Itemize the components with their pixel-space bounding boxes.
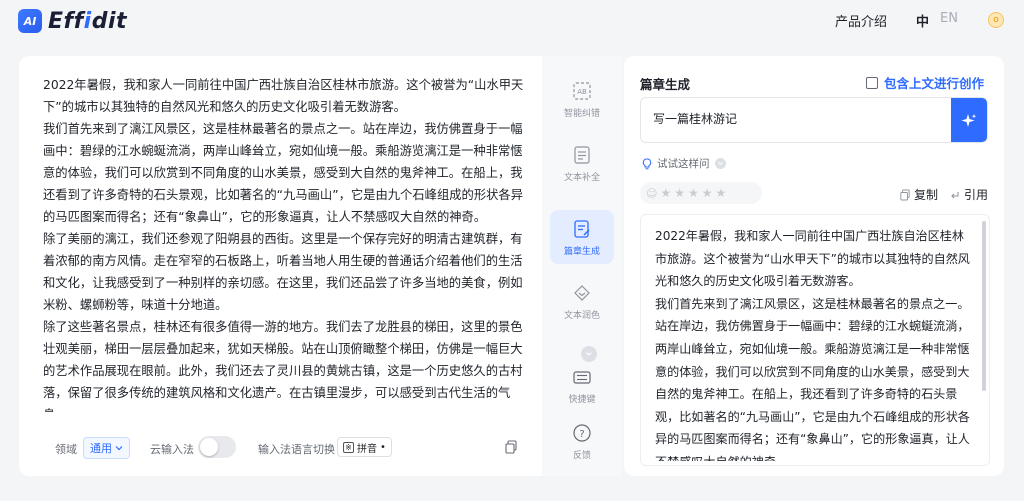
result-area: 2022年暑假，我和家人一同前往中国广西壮族自治区桂林市旅游。这个被誉为“山水甲… [640, 214, 990, 466]
doc-complete-icon [571, 144, 593, 166]
result-scrollbar[interactable] [982, 221, 986, 391]
tool-label: 文本补全 [563, 172, 600, 183]
chevron-down-icon [586, 352, 592, 356]
toggle-knob [200, 438, 218, 456]
tool-text-polish[interactable]: 文本润色 [550, 274, 614, 328]
ime-value: 拼音 [357, 443, 377, 455]
result-paragraph: 我们首先来到了漓江风景区，这是桂林最著名的景点之一。站在岸边，我仿佛置身于一幅画… [655, 296, 970, 461]
chevron-down-icon [115, 446, 123, 451]
rating-stars[interactable]: ☺ ★ ★ ★ ★ ★ [640, 182, 762, 204]
prompt-input[interactable] [653, 111, 943, 125]
include-context-checkbox[interactable]: 包含上文进行创作 [866, 73, 984, 92]
lightbulb-icon [642, 158, 652, 169]
tool-label: 文本润色 [563, 310, 600, 321]
star-icon[interactable]: ★ [674, 186, 685, 200]
tool-text-completion[interactable]: 文本补全 [550, 136, 614, 190]
copy-label: 复制 [914, 188, 939, 202]
keyboard-icon [571, 366, 593, 388]
svg-text:?: ? [579, 429, 584, 440]
panel-title: 篇章生成 [640, 77, 691, 92]
logo-ai-badge: AI [18, 9, 42, 33]
try-suggestion[interactable]: 试试这样问 [642, 156, 726, 171]
sparkle-icon [961, 114, 977, 127]
copy-icon[interactable] [505, 440, 517, 454]
domain-label: 领域 [55, 443, 77, 456]
quote-button[interactable]: 引用 [950, 186, 988, 203]
ime-switch-label: 输入法语言切换 [258, 443, 335, 456]
app-logo[interactable]: AI Effidit [18, 7, 127, 35]
cloud-ime-toggle[interactable] [198, 436, 236, 458]
quote-label: 引用 [964, 188, 989, 202]
try-label: 试试这样问 [657, 158, 710, 170]
star-icon[interactable]: ★ [702, 186, 713, 200]
copy-icon [900, 189, 910, 200]
nav-product-intro[interactable]: 产品介绍 [835, 11, 887, 30]
doc-generate-icon [571, 218, 593, 240]
logo-wordmark: Effidit [48, 8, 128, 34]
user-initial: o [993, 15, 999, 25]
editor-paragraph: 除了美丽的漓江，我们还参观了阳朔县的西街。这里是一个保存完好的明清古建筑群，有着… [43, 232, 523, 312]
star-icon[interactable]: ★ [716, 186, 727, 200]
generate-button[interactable] [951, 98, 987, 142]
cloud-ime-label: 云输入法 [150, 443, 194, 456]
tool-feedback[interactable]: ? 反馈 [550, 414, 614, 468]
editor-toolbar: 领域 通用 云输入法 输入法语言切换 ※ 拼音 • [19, 428, 549, 468]
ime-key-icon: ※ [343, 441, 354, 453]
star-icon[interactable]: ★ [660, 186, 671, 200]
chevron-down-icon [714, 158, 726, 169]
tool-label: 快捷键 [568, 394, 596, 405]
star-icon[interactable]: ★ [688, 186, 699, 200]
ime-dot-icon: • [380, 441, 386, 453]
diamond-icon [571, 282, 593, 304]
lang-zh-option[interactable]: 中 [916, 11, 929, 30]
tool-label: 反馈 [572, 450, 591, 461]
editor-paragraph: 2022年暑假，我和家人一同前往中国广西壮族自治区桂林市旅游。这个被誉为“山水甲… [43, 78, 524, 114]
user-avatar[interactable]: o [988, 12, 1004, 28]
generation-panel: 篇章生成 包含上文进行创作 试试这样问 ☺ ★ ★ ★ ★ ★ 复制 引用 20… [624, 56, 1004, 476]
tool-article-generation[interactable]: 篇章生成 [550, 210, 614, 264]
domain-select[interactable]: 通用 [83, 437, 130, 459]
lang-en-option[interactable]: EN [940, 11, 958, 26]
quote-arrow-icon [951, 191, 959, 198]
prompt-box [640, 97, 988, 143]
tool-shortcuts[interactable]: 快捷键 [550, 358, 614, 412]
question-icon: ? [571, 422, 593, 444]
editor-paragraph: 除了这些著名景点，桂林还有很多值得一游的地方。我们去了龙胜县的梯田，这里的景色壮… [43, 320, 523, 412]
domain-value: 通用 [90, 442, 112, 455]
tool-label: 篇章生成 [563, 246, 600, 257]
result-paragraph: 2022年暑假，我和家人一同前往中国广西壮族自治区桂林市旅游。这个被誉为“山水甲… [655, 229, 970, 289]
svg-text:AB: AB [577, 88, 587, 96]
smiley-icon: ☺ [646, 186, 658, 200]
checkbox-box [866, 76, 878, 89]
ab-check-icon: AB [571, 80, 593, 102]
editor-textarea[interactable]: 2022年暑假，我和家人一同前往中国广西壮族自治区桂林市旅游。这个被誉为“山水甲… [43, 74, 531, 412]
tool-smart-correction[interactable]: AB 智能纠错 [550, 72, 614, 126]
top-header: AI Effidit 产品介绍 中 EN o [0, 0, 1024, 44]
editor-panel: 2022年暑假，我和家人一同前往中国广西壮族自治区桂林市旅游。这个被誉为“山水甲… [19, 56, 622, 476]
copy-button[interactable]: 复制 [900, 186, 938, 203]
editor-paragraph: 我们首先来到了漓江风景区，这是桂林最著名的景点之一。站在岸边，我仿佛置身于一幅画… [43, 122, 524, 224]
ime-language-switch[interactable]: ※ 拼音 • [337, 437, 392, 457]
checkbox-label: 包含上文进行创作 [884, 76, 985, 91]
tool-label: 智能纠错 [563, 108, 600, 119]
tool-sidebar: AB 智能纠错 文本补全 篇章生成 文本润色 快捷键 ? 反馈 [542, 56, 622, 476]
generated-text[interactable]: 2022年暑假，我和家人一同前往中国广西壮族自治区桂林市旅游。这个被誉为“山水甲… [655, 225, 971, 461]
